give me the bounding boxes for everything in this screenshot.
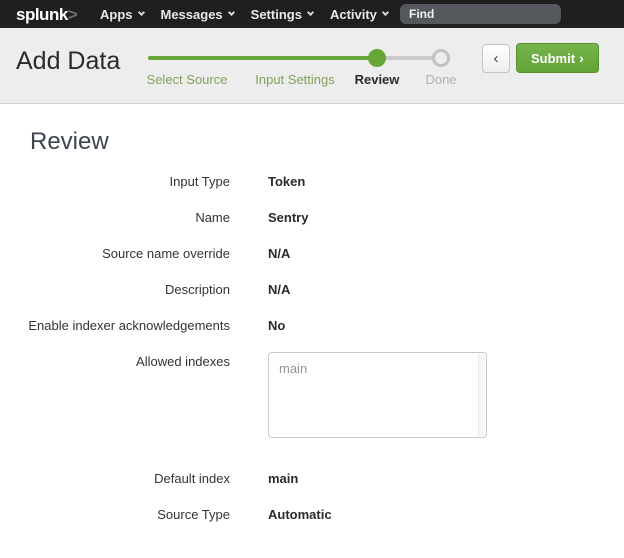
field-value: N/A xyxy=(268,246,290,261)
field-value: N/A xyxy=(268,282,290,297)
field-value: Token xyxy=(268,174,305,189)
field-value: No xyxy=(268,318,285,333)
wizard-header: Add Data Select Source Input Settings Re… xyxy=(0,28,624,104)
splunk-logo-text: splunk xyxy=(16,5,68,24)
field-row-description: Description N/A xyxy=(0,282,624,297)
review-heading: Review xyxy=(30,129,624,155)
nav-item-apps[interactable]: Apps xyxy=(100,7,144,22)
field-row-source-type: Source Type Automatic xyxy=(0,507,624,522)
chevron-left-icon: ‹ xyxy=(494,50,499,67)
allowed-indexes-listbox[interactable]: main xyxy=(268,352,487,438)
step-label-select-source: Select Source xyxy=(147,72,228,87)
field-label: Source Type xyxy=(0,507,230,522)
field-label: Enable indexer acknowledgements xyxy=(0,318,230,333)
top-nav: splunk> Apps Messages Settings Activity xyxy=(0,0,624,28)
step-label-review: Review xyxy=(355,72,400,87)
nav-item-settings-label: Settings xyxy=(251,7,302,22)
field-label: Description xyxy=(0,282,230,297)
field-label: Name xyxy=(0,210,230,225)
step-label-input-settings: Input Settings xyxy=(255,72,335,87)
top-nav-menu: Apps Messages Settings Activity xyxy=(100,0,388,28)
chevron-down-icon xyxy=(382,9,389,16)
nav-item-settings[interactable]: Settings xyxy=(251,7,313,22)
search-input[interactable] xyxy=(400,4,561,24)
chevron-down-icon xyxy=(137,9,144,16)
nav-item-activity-label: Activity xyxy=(330,7,377,22)
review-page: Review Input Type Token Name Sentry Sour… xyxy=(0,104,624,522)
progress-bar-complete xyxy=(148,56,377,60)
step-dot-done xyxy=(432,49,450,67)
allowed-index-item: main xyxy=(269,353,486,384)
page-title: Add Data xyxy=(16,47,120,76)
field-label: Allowed indexes xyxy=(0,354,230,369)
splunk-logo-mark: > xyxy=(68,5,77,24)
field-value: Sentry xyxy=(268,210,308,225)
splunk-add-data-screen: splunk> Apps Messages Settings Activity … xyxy=(0,0,624,558)
nav-item-messages-label: Messages xyxy=(161,7,223,22)
field-row-source-name-override: Source name override N/A xyxy=(0,246,624,261)
step-dot-review xyxy=(368,49,386,67)
field-row-name: Name Sentry xyxy=(0,210,624,225)
field-row-indexer-acknowledgements: Enable indexer acknowledgements No xyxy=(0,318,624,333)
field-label: Source name override xyxy=(0,246,230,261)
chevron-down-icon xyxy=(307,9,314,16)
nav-item-activity[interactable]: Activity xyxy=(330,7,388,22)
field-label: Input Type xyxy=(0,174,230,189)
chevron-right-icon: › xyxy=(579,50,584,66)
review-form: Input Type Token Name Sentry Source name… xyxy=(0,174,624,522)
splunk-logo[interactable]: splunk> xyxy=(16,5,77,25)
chevron-down-icon xyxy=(228,9,235,16)
nav-item-messages[interactable]: Messages xyxy=(161,7,234,22)
step-label-done: Done xyxy=(425,72,456,87)
back-button[interactable]: ‹ xyxy=(482,44,510,73)
scrollbar[interactable] xyxy=(478,354,485,436)
field-row-default-index: Default index main xyxy=(0,471,624,486)
submit-button[interactable]: Submit › xyxy=(516,43,599,73)
field-value: main xyxy=(268,471,298,486)
field-row-input-type: Input Type Token xyxy=(0,174,624,189)
field-label: Default index xyxy=(0,471,230,486)
nav-item-apps-label: Apps xyxy=(100,7,133,22)
field-value: Automatic xyxy=(268,507,332,522)
submit-button-label: Submit xyxy=(531,51,575,66)
field-row-allowed-indexes: Allowed indexes main xyxy=(0,354,624,438)
